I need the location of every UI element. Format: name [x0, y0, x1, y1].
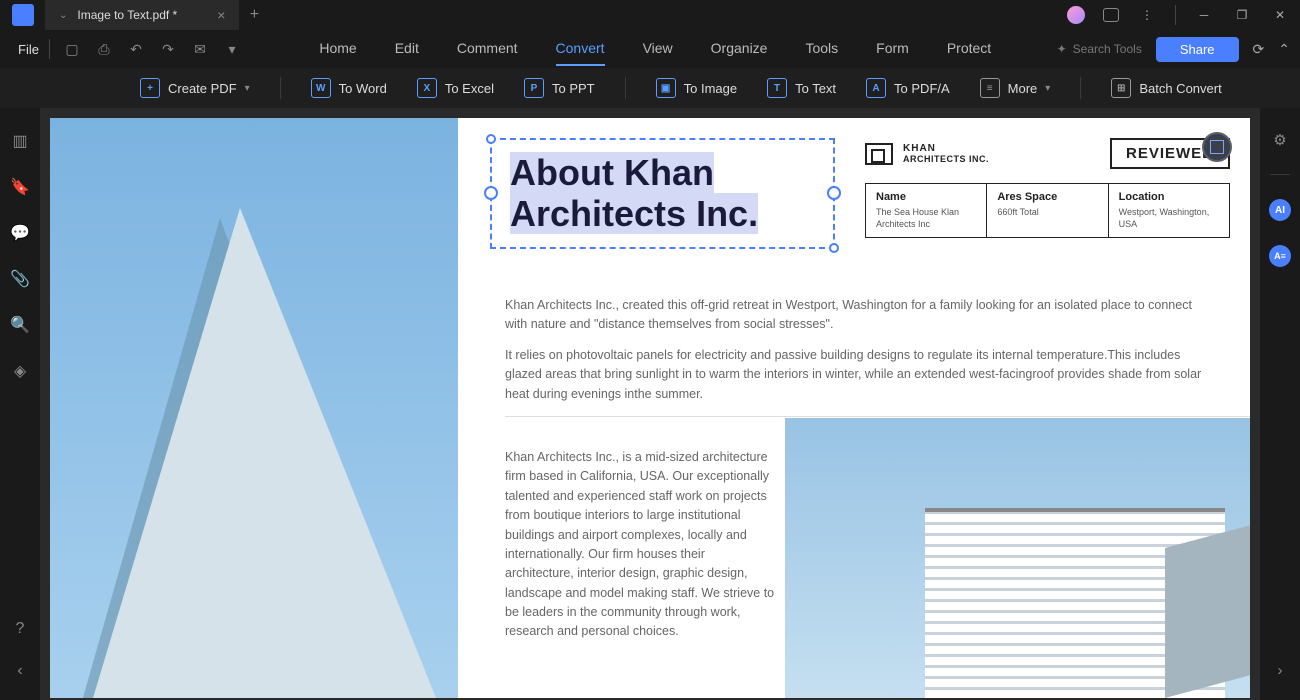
- selection-handle[interactable]: [484, 186, 498, 200]
- thumbnails-icon[interactable]: ▥: [11, 132, 29, 150]
- tab-close-icon[interactable]: ×: [217, 7, 225, 23]
- chat-icon[interactable]: [1103, 8, 1119, 22]
- next-page-icon[interactable]: ›: [1270, 660, 1290, 680]
- menu-bar: File ▢ ⎙ ↶ ↷ ✉ ▾ Home Edit Comment Conve…: [0, 30, 1300, 68]
- layers-icon[interactable]: ◈: [11, 362, 29, 380]
- to-ppt-button[interactable]: PTo PPT: [524, 78, 595, 98]
- crop-icon: [1210, 140, 1224, 154]
- hero-image: [50, 118, 458, 698]
- create-pdf-button[interactable]: +Create PDF▾: [140, 78, 250, 98]
- document-title: About KhanArchitects Inc.: [510, 152, 815, 235]
- divider-line: [505, 416, 1250, 417]
- app-logo[interactable]: [0, 0, 45, 30]
- save-icon[interactable]: ▢: [64, 41, 80, 57]
- selection-handle[interactable]: [829, 243, 839, 253]
- selection-handle[interactable]: [827, 186, 841, 200]
- sync-icon[interactable]: ⟳: [1253, 41, 1265, 58]
- mail-icon[interactable]: ✉: [192, 41, 208, 57]
- attachment-icon[interactable]: 📎: [11, 270, 29, 288]
- document-tab[interactable]: ⌄ Image to Text.pdf * ×: [45, 0, 239, 30]
- left-rail: ▥ 🔖 💬 📎 🔍 ◈ ? ‹: [0, 108, 40, 700]
- batch-convert-button[interactable]: ⊞Batch Convert: [1111, 78, 1221, 98]
- menu-view[interactable]: View: [643, 32, 673, 66]
- document-canvas[interactable]: About KhanArchitects Inc. KHANARCHITECTS…: [40, 108, 1260, 700]
- translate-badge[interactable]: A≡: [1269, 245, 1291, 267]
- secondary-image: [785, 418, 1250, 698]
- new-tab-button[interactable]: +: [239, 6, 269, 24]
- undo-icon[interactable]: ↶: [128, 41, 144, 57]
- menu-form[interactable]: Form: [876, 32, 909, 66]
- help-icon[interactable]: ?: [11, 620, 29, 638]
- to-pdfa-button[interactable]: ATo PDF/A: [866, 78, 950, 98]
- more-button[interactable]: ≡More▾: [980, 78, 1051, 98]
- info-table: NameThe Sea House Klan Architects Inc Ar…: [865, 183, 1230, 238]
- logo-icon: [865, 143, 893, 165]
- menu-home[interactable]: Home: [319, 32, 356, 66]
- selection-handle[interactable]: [486, 134, 496, 144]
- to-word-button[interactable]: WTo Word: [311, 78, 387, 98]
- share-button[interactable]: Share: [1156, 37, 1239, 62]
- menu-convert[interactable]: Convert: [556, 32, 605, 66]
- file-menu[interactable]: File: [8, 42, 49, 57]
- selected-text-box[interactable]: About KhanArchitects Inc.: [490, 138, 835, 249]
- menu-comment[interactable]: Comment: [457, 32, 518, 66]
- menu-edit[interactable]: Edit: [395, 32, 419, 66]
- minimize-button[interactable]: ─: [1194, 8, 1214, 22]
- to-image-button[interactable]: ▣To Image: [656, 78, 737, 98]
- user-avatar[interactable]: [1067, 6, 1085, 24]
- to-text-button[interactable]: TTo Text: [767, 78, 836, 98]
- title-bar: ⌄ Image to Text.pdf * × + ⋮ ─ ❐ ✕: [0, 0, 1300, 30]
- paragraph-2: It relies on photovoltaic panels for ele…: [505, 346, 1205, 404]
- menu-organize[interactable]: Organize: [711, 32, 768, 66]
- bookmark-icon[interactable]: 🔖: [11, 178, 29, 196]
- maximize-button[interactable]: ❐: [1232, 8, 1252, 22]
- comment-icon[interactable]: 💬: [11, 224, 29, 242]
- to-excel-button[interactable]: XTo Excel: [417, 78, 494, 98]
- convert-toolbar: +Create PDF▾ WTo Word XTo Excel PTo PPT …: [0, 68, 1300, 108]
- brand-logo: KHANARCHITECTS INC.: [865, 143, 989, 165]
- paragraph-3: Khan Architects Inc., is a mid-sized arc…: [505, 448, 775, 642]
- sparkle-icon: ✦: [1057, 42, 1067, 56]
- main-menu: Home Edit Comment Convert View Organize …: [254, 32, 1057, 66]
- close-button[interactable]: ✕: [1270, 8, 1290, 22]
- divider: [1175, 5, 1176, 25]
- floating-tool-badge[interactable]: [1202, 132, 1232, 162]
- paragraph-1: Khan Architects Inc., created this off-g…: [505, 296, 1215, 335]
- settings-icon[interactable]: ⚙: [1270, 130, 1290, 150]
- redo-icon[interactable]: ↷: [160, 41, 176, 57]
- kebab-menu-icon[interactable]: ⋮: [1137, 8, 1157, 22]
- tab-title: Image to Text.pdf *: [77, 8, 177, 22]
- search-tools[interactable]: ✦ Search Tools: [1057, 42, 1142, 56]
- print-icon[interactable]: ⎙: [96, 41, 112, 57]
- dropdown-icon[interactable]: ▾: [224, 41, 240, 57]
- menu-protect[interactable]: Protect: [947, 32, 991, 66]
- pdf-page: About KhanArchitects Inc. KHANARCHITECTS…: [50, 118, 1250, 698]
- search-icon[interactable]: 🔍: [11, 316, 29, 334]
- right-rail: ⚙ AI A≡ ›: [1260, 108, 1300, 700]
- ai-badge[interactable]: AI: [1269, 199, 1291, 221]
- prev-page-icon[interactable]: ‹: [11, 662, 29, 680]
- collapse-icon[interactable]: ⌃: [1278, 41, 1290, 58]
- tab-chevron-icon: ⌄: [59, 10, 67, 21]
- menu-tools[interactable]: Tools: [805, 32, 838, 66]
